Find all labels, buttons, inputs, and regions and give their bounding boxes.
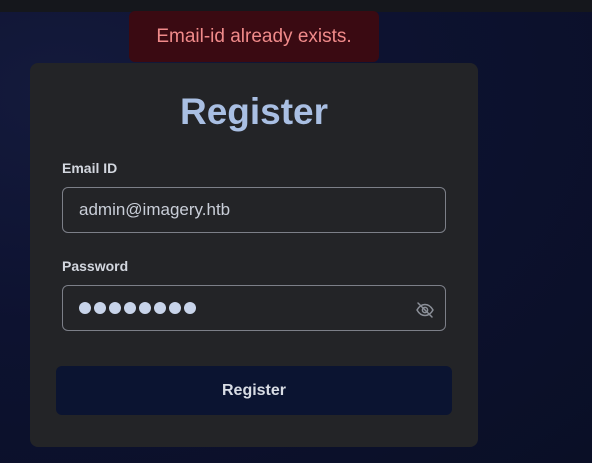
password-mask-dot (184, 302, 196, 314)
email-field[interactable]: admin@imagery.htb (62, 187, 446, 233)
register-button-label: Register (221, 381, 287, 399)
register-button[interactable]: Register (56, 366, 452, 415)
password-field[interactable] (62, 285, 446, 331)
password-mask-dot (109, 302, 121, 314)
email-label: Email ID (62, 160, 118, 176)
password-mask-dot (169, 302, 181, 314)
register-card: Register Email ID admin@imagery.htb Pass… (30, 63, 478, 447)
password-mask-dot (154, 302, 166, 314)
password-mask-dot (94, 302, 106, 314)
error-toast-message: Email-id already exists. (156, 25, 352, 47)
password-mask (79, 302, 196, 314)
password-label: Password (62, 258, 129, 274)
form-title: Register (179, 91, 329, 132)
eye-slash-icon[interactable] (415, 300, 435, 320)
password-mask-dot (79, 302, 91, 314)
password-mask-dot (139, 302, 151, 314)
email-value: admin@imagery.htb (79, 200, 231, 219)
password-mask-dot (124, 302, 136, 314)
error-toast: Email-id already exists. (129, 11, 379, 62)
